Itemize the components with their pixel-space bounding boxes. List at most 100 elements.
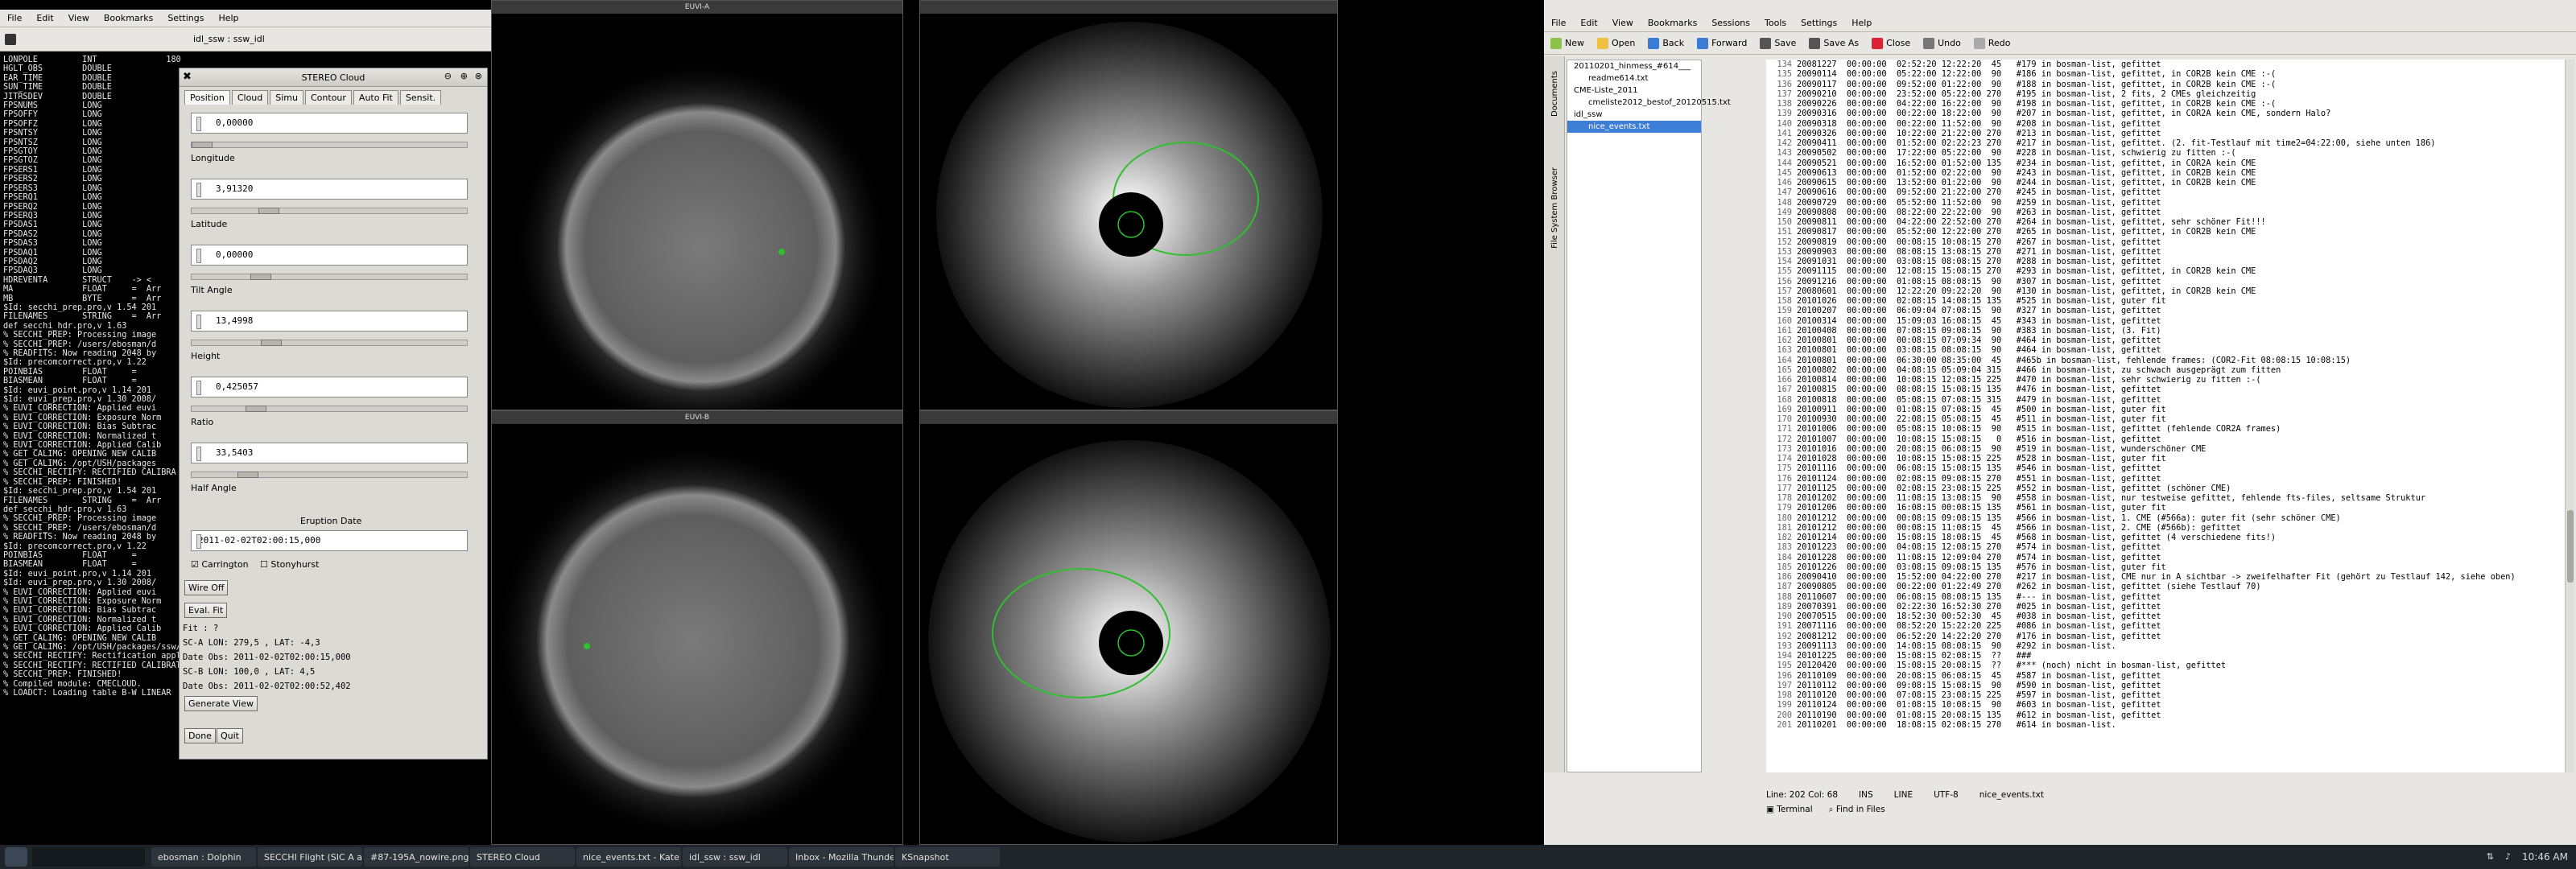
editor-line[interactable]: 158 20101026 00:00:00 02:08:15 14:08:15 1… (1766, 296, 2571, 306)
app-launcher-icon[interactable] (5, 847, 27, 867)
param-slider-knob[interactable] (192, 142, 213, 148)
editor-line[interactable]: 170 20100930 00:00:00 22:08:15 05:08:15 4… (1766, 414, 2571, 424)
editor-line[interactable]: 137 20090210 00:00:00 23:52:00 05:22:00 2… (1766, 89, 2571, 99)
kate-menu-settings[interactable]: Settings (1794, 14, 1844, 32)
toolbar-save-button[interactable]: Save (1753, 32, 1802, 54)
editor-line[interactable]: 151 20090817 00:00:00 05:52:00 12:22:00 2… (1766, 227, 2571, 237)
editor-line[interactable]: 161 20100408 00:00:00 07:08:15 09:08:15 9… (1766, 326, 2571, 336)
editor-line[interactable]: 178 20101202 00:00:00 11:08:15 13:08:15 9… (1766, 493, 2571, 503)
find-in-files-tab-button[interactable]: ⌕ Find in Files (1829, 805, 1885, 819)
param-slider-2[interactable] (191, 274, 468, 280)
system-tray[interactable]: ⇅ ♪ 10:46 AM (2399, 851, 2576, 863)
editor-line[interactable]: 138 20090226 00:00:00 04:22:00 16:22:00 9… (1766, 99, 2571, 109)
cor2-b-image[interactable] (920, 424, 1337, 844)
editor-line[interactable]: 177 20101125 00:00:00 02:08:15 23:08:15 2… (1766, 484, 2571, 493)
terminal-tab[interactable]: idl_ssw : ssw_idl (193, 34, 265, 44)
editor-line[interactable]: 160 20100314 00:00:00 15:09:03 16:08:15 4… (1766, 316, 2571, 326)
editor-line[interactable]: 187 20090805 00:00:00 00:22:00 01:22:49 2… (1766, 582, 2571, 591)
param-slider-knob[interactable] (250, 274, 272, 280)
selection-mode[interactable]: LINE (1894, 790, 1913, 800)
toolbar-save-as-button[interactable]: Save As (1802, 32, 1865, 54)
dialog-menu-icon[interactable]: ✖ (183, 71, 192, 83)
editor-line[interactable]: 136 20090117 00:00:00 09:52:00 01:22:00 9… (1766, 80, 2571, 89)
minimize-icon[interactable]: ⊖ (444, 71, 452, 81)
editor-line[interactable]: 181 20101212 00:00:00 00:08:15 11:08:15 4… (1766, 523, 2571, 533)
editor-scrollbar-thumb[interactable] (2567, 510, 2574, 583)
menu-help[interactable]: Help (211, 10, 246, 27)
editor-line[interactable]: 190 20070515 00:00:00 18:52:30 00:52:30 4… (1766, 612, 2571, 621)
pager[interactable] (32, 847, 145, 867)
side-tab-file-system-browser[interactable]: File System Browser (1547, 161, 1563, 255)
euvi-a-image[interactable] (492, 14, 902, 436)
editor-line[interactable]: 199 20110124 00:00:00 01:08:15 10:08:15 9… (1766, 700, 2571, 710)
editor-line[interactable]: 183 20101223 00:00:00 04:08:15 12:08:15 2… (1766, 542, 2571, 552)
editor-line[interactable]: 196 20110109 00:00:00 20:08:15 06:08:15 4… (1766, 671, 2571, 681)
editor-line[interactable]: 163 20100801 00:00:00 03:08:15 08:08:15 9… (1766, 345, 2571, 355)
kate-menu-tools[interactable]: Tools (1757, 14, 1794, 32)
editor-line[interactable]: 167 20100815 00:00:00 08:08:15 15:08:15 1… (1766, 385, 2571, 394)
editor-line[interactable]: 159 20100207 00:00:00 06:09:04 07:08:15 9… (1766, 306, 2571, 315)
editor-line[interactable]: 149 20090808 00:00:00 08:22:00 22:22:00 9… (1766, 208, 2571, 217)
editor-line[interactable]: 197 20110112 00:00:00 09:08:15 15:08:15 9… (1766, 681, 2571, 690)
task-item[interactable]: ebosman : Dolphin (151, 847, 256, 867)
editor-line[interactable]: 144 20090521 00:00:00 16:52:00 01:52:00 1… (1766, 159, 2571, 168)
param-field-3[interactable]: 13,4998 (191, 311, 468, 332)
task-item[interactable]: SECCHI Flight (SIC A and ... (258, 847, 362, 867)
editor-line[interactable]: 143 20090502 00:00:00 17:22:00 05:22:00 9… (1766, 148, 2571, 158)
editor-line[interactable]: 180 20101212 00:00:00 00:08:15 09:08:15 1… (1766, 513, 2571, 523)
editor-line[interactable]: 155 20091115 00:00:00 12:08:15 15:08:15 2… (1766, 266, 2571, 276)
insert-mode[interactable]: INS (1859, 790, 1873, 800)
quit-button[interactable]: Quit (217, 728, 243, 743)
editor-line[interactable]: 175 20101116 00:00:00 06:08:15 15:08:15 1… (1766, 463, 2571, 473)
volume-icon[interactable]: ♪ (2505, 851, 2511, 863)
tab-auto-fit[interactable]: Auto Fit (353, 90, 398, 105)
editor-line[interactable]: 141 20090326 00:00:00 10:22:00 21:22:00 2… (1766, 129, 2571, 138)
euvi-b-image[interactable] (492, 424, 902, 844)
tab-simu[interactable]: Simu (270, 90, 303, 105)
editor-line[interactable]: 157 20080601 00:00:00 12:22:20 09:22:20 9… (1766, 286, 2571, 296)
editor-line[interactable]: 166 20100814 00:00:00 10:08:15 12:08:15 2… (1766, 375, 2571, 385)
editor-line[interactable]: 164 20100801 00:00:00 06:30:00 08:35:00 4… (1766, 356, 2571, 365)
tab-position[interactable]: Position (184, 90, 230, 105)
terminal-tab-button[interactable]: ▣ Terminal (1766, 805, 1813, 819)
editor-line[interactable]: 189 20070391 00:00:00 02:22:30 16:52:30 2… (1766, 602, 2571, 612)
toolbar-back-button[interactable]: Back (1641, 32, 1690, 54)
editor-line[interactable]: 154 20091031 00:00:00 03:08:15 08:08:15 2… (1766, 257, 2571, 266)
editor-line[interactable]: 142 20090411 00:00:00 01:52:00 02:22:23 2… (1766, 138, 2571, 148)
toolbar-open-button[interactable]: Open (1591, 32, 1641, 54)
param-slider-1[interactable] (191, 208, 468, 214)
editor-line[interactable]: 153 20090903 00:00:00 08:08:15 13:08:15 2… (1766, 247, 2571, 257)
tree-item[interactable]: idl_ssw (1567, 109, 1701, 121)
editor-line[interactable]: 195 20120420 00:00:00 15:08:15 20:08:15 ?… (1766, 661, 2571, 670)
tree-item[interactable]: cmeliste2012_bestof_20120515.txt (1567, 97, 1731, 109)
editor-line[interactable]: 152 20090819 00:00:00 00:08:15 10:08:15 2… (1766, 237, 2571, 247)
toolbar-undo-button[interactable]: Undo (1917, 32, 1967, 54)
tab-sensit[interactable]: Sensit. (399, 90, 442, 105)
editor-line[interactable]: 198 20110120 00:00:00 07:08:15 23:08:15 2… (1766, 690, 2571, 700)
editor-line[interactable]: 192 20081212 00:00:00 06:52:20 14:22:20 2… (1766, 632, 2571, 641)
eval-fit-button[interactable]: Eval. Fit (184, 603, 228, 618)
radio-carrington[interactable]: ☑ Carrington (191, 559, 249, 570)
editor-line[interactable]: 134 20081227 00:00:00 02:52:20 12:22:20 4… (1766, 60, 2571, 69)
editor-line[interactable]: 201 20110201 00:00:00 18:08:15 02:08:15 2… (1766, 720, 2571, 730)
tree-item[interactable]: CME-Liste_2011 (1567, 84, 1701, 97)
editor-line[interactable]: 184 20101228 00:00:00 11:08:15 12:09:04 2… (1766, 553, 2571, 562)
task-item[interactable]: #87-195A_nowire.png - ... (364, 847, 469, 867)
task-item[interactable]: KSnapshot (895, 847, 1000, 867)
text-editor[interactable]: 134 20081227 00:00:00 02:52:20 12:22:20 4… (1766, 60, 2571, 772)
param-slider-5[interactable] (191, 472, 468, 478)
editor-line[interactable]: 186 20090410 00:00:00 15:52:00 04:22:00 2… (1766, 572, 2571, 582)
editor-line[interactable]: 162 20100801 00:00:00 00:08:15 07:09:34 9… (1766, 336, 2571, 345)
editor-line[interactable]: 147 20090616 00:00:00 09:52:00 21:22:00 2… (1766, 187, 2571, 197)
editor-line[interactable]: 194 20101225 00:00:00 15:08:15 02:08:15 ?… (1766, 651, 2571, 661)
editor-line[interactable]: 191 20071116 00:00:00 08:52:20 15:22:20 2… (1766, 621, 2571, 631)
tab-contour[interactable]: Contour (305, 90, 352, 105)
editor-line[interactable]: 173 20101016 00:00:00 20:08:15 06:08:15 9… (1766, 444, 2571, 454)
toolbar-new-button[interactable]: New (1544, 32, 1591, 54)
cor2-a-image[interactable] (920, 14, 1337, 410)
kate-menu-sessions[interactable]: Sessions (1704, 14, 1757, 32)
generate-view-button[interactable]: Generate View (184, 696, 258, 711)
editor-line[interactable]: 200 20110190 00:00:00 01:08:15 20:08:15 1… (1766, 710, 2571, 720)
editor-line[interactable]: 185 20101226 00:00:00 03:08:15 09:08:15 1… (1766, 562, 2571, 572)
task-item[interactable]: idl_ssw : ssw_idl (683, 847, 787, 867)
